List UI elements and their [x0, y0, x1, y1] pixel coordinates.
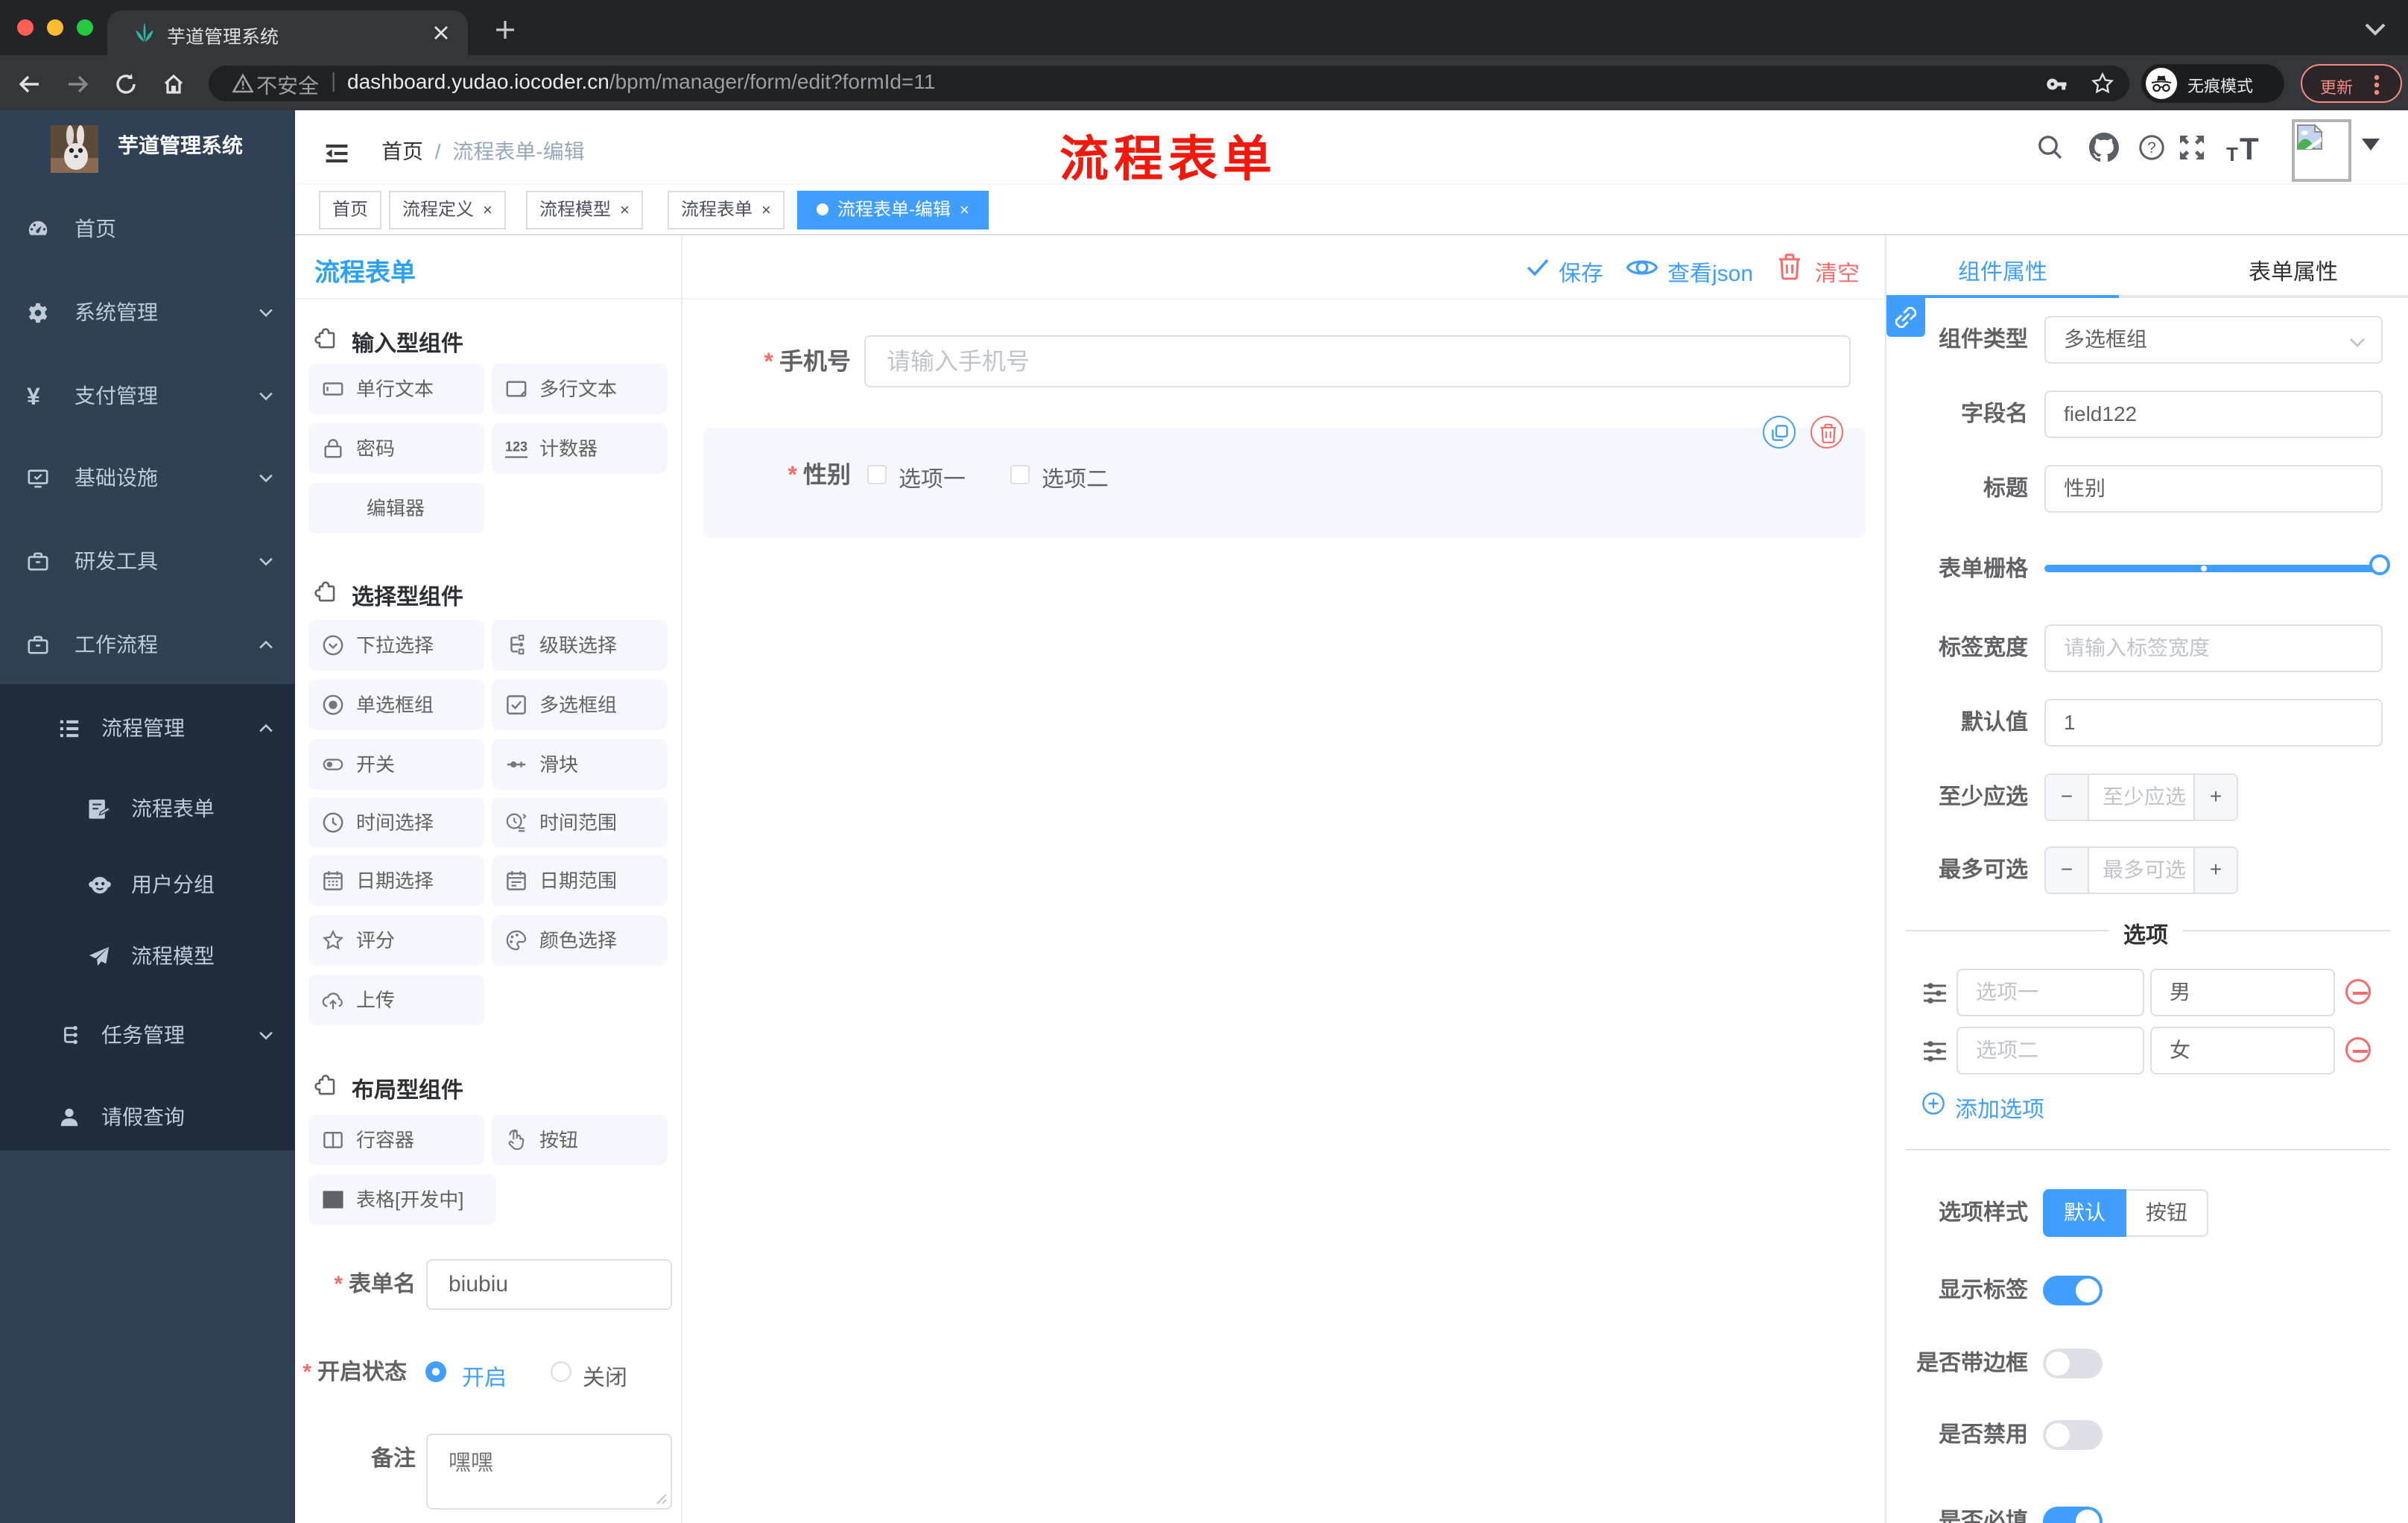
svg-text:?: ?: [2147, 139, 2156, 156]
